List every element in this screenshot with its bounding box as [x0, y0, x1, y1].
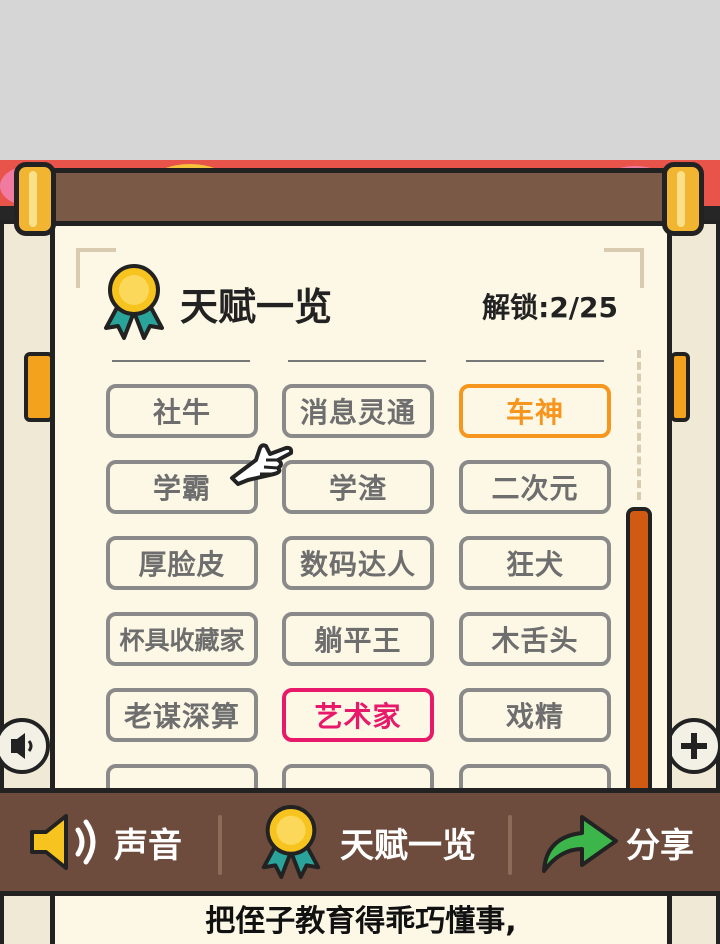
panel-title: 天赋一览 [180, 285, 333, 329]
frame-dash [637, 350, 641, 500]
divider [288, 360, 426, 362]
bottom-toolbar: 声音 天赋一览 分享 [0, 788, 720, 896]
talent-grid: 社牛 消息灵通 车神 学霸 学渣 二次元 厚脸皮 数码达人 狂犬 杯具收藏家 躺… [100, 376, 620, 794]
talent-item[interactable]: 艺术家 [282, 688, 434, 742]
unlock-counter: 解锁:2/25 [482, 286, 618, 326]
share-arrow-icon [542, 815, 618, 873]
talent-item[interactable]: 消息灵通 [282, 384, 434, 438]
scroll-rod [42, 168, 678, 226]
talent-item[interactable]: 社牛 [106, 384, 258, 438]
right-tab [670, 352, 690, 422]
sound-label: 声音 [114, 825, 182, 866]
talent-item[interactable]: 学渣 [282, 460, 434, 514]
talent-item[interactable]: 老谋深算 [106, 688, 258, 742]
speaker-icon [30, 814, 96, 870]
sound-button[interactable]: 声音 [26, 793, 182, 891]
medal-icon [261, 805, 321, 879]
talent-item[interactable]: 车神 [459, 384, 611, 438]
unlock-count: 2/25 [549, 291, 618, 324]
game-screen: 天赋一览 解锁:2/25 社牛 消息灵通 车神 学霸 学渣 二次元 厚脸皮 数码… [0, 160, 720, 944]
plus-round-icon [666, 718, 720, 774]
toolbar-divider [508, 815, 512, 875]
talent-item[interactable]: 木舌头 [459, 612, 611, 666]
talent-item[interactable]: 二次元 [459, 460, 611, 514]
divider [112, 360, 250, 362]
talents-label: 天赋一览 [340, 825, 476, 866]
medal-icon [104, 264, 164, 340]
share-label: 分享 [626, 825, 694, 866]
share-button[interactable]: 分享 [538, 793, 694, 891]
rod-cap-right [662, 162, 704, 236]
talent-item[interactable]: 杯具收藏家 [106, 612, 258, 666]
hand-pointer-icon [230, 443, 294, 486]
talent-item[interactable]: 数码达人 [282, 536, 434, 590]
panel-header: 天赋一览 解锁:2/25 [98, 262, 638, 342]
talent-item[interactable]: 戏精 [459, 688, 611, 742]
talent-item[interactable]: 躺平王 [282, 612, 434, 666]
unlock-label: 解锁: [482, 291, 550, 324]
story-text: 把侄子教育得乖巧懂事, [50, 896, 672, 944]
story-line: 把侄子教育得乖巧懂事, [205, 904, 517, 939]
talent-item[interactable]: 狂犬 [459, 536, 611, 590]
talents-button[interactable]: 天赋一览 [256, 793, 476, 891]
toolbar-divider [218, 815, 222, 875]
rod-cap-left [14, 162, 56, 236]
talent-item[interactable]: 厚脸皮 [106, 536, 258, 590]
divider [466, 360, 604, 362]
